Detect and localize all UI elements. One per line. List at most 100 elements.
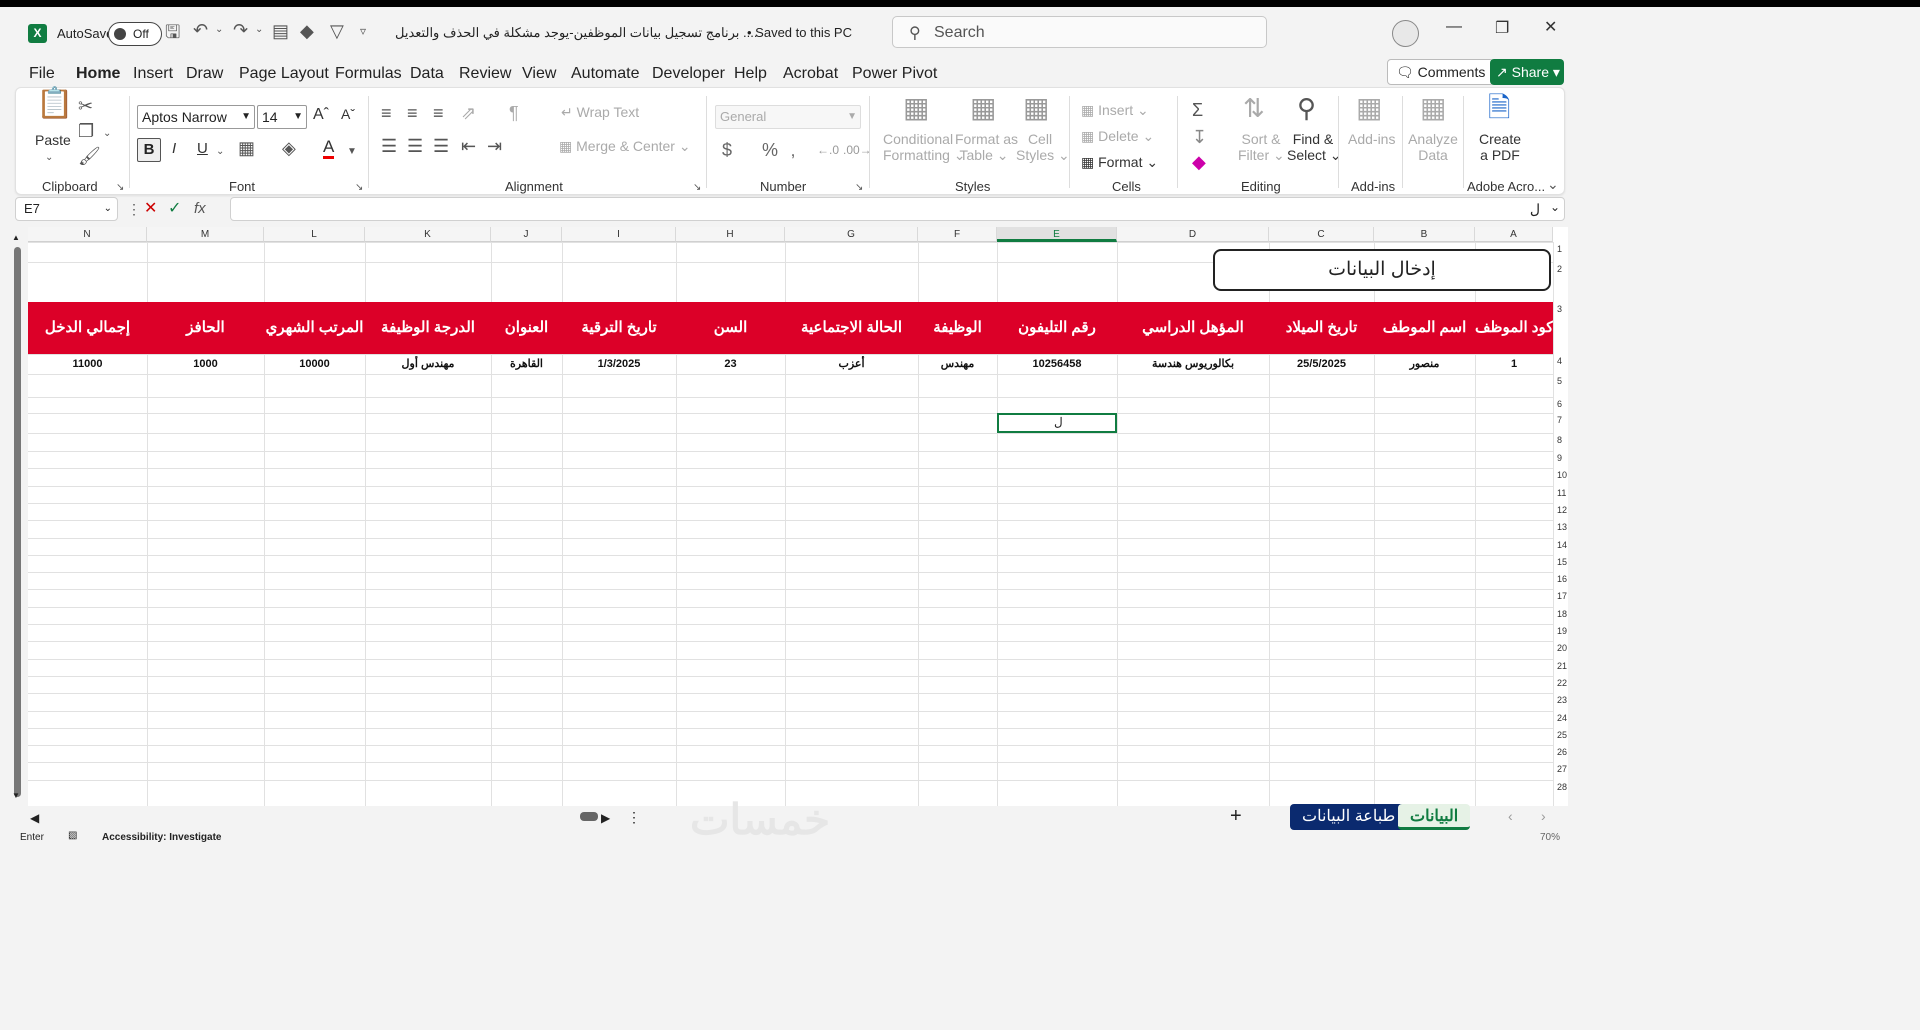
row-header-26[interactable]: 26 [1553, 747, 1571, 757]
name-box[interactable]: E7 ⌄ [15, 197, 118, 221]
table-cell[interactable]: بكالوريوس هندسة [1117, 356, 1269, 373]
undo-dropdown-icon[interactable]: ⌄ [215, 20, 223, 40]
row-header-24[interactable]: 24 [1553, 713, 1571, 723]
insert-cells-button[interactable]: ▦ Insert ⌄ [1081, 102, 1149, 119]
header-cell[interactable]: الحافز [147, 302, 264, 354]
filter-icon[interactable]: ▽ [330, 21, 344, 41]
table-cell[interactable]: 10000 [264, 356, 365, 373]
font-color-icon[interactable]: A [323, 138, 335, 159]
tab-insert[interactable]: Insert [133, 65, 173, 83]
italic-button[interactable]: I [172, 140, 176, 157]
minimize-icon[interactable]: — [1446, 18, 1462, 36]
tab-file[interactable]: File [29, 65, 55, 83]
confirm-entry-icon[interactable]: ✓ [168, 199, 181, 219]
row-header-5[interactable]: 5 [1553, 376, 1571, 386]
align-middle-icon[interactable]: ≡ [407, 103, 418, 123]
vertical-scrollbar[interactable]: ▲ ▼ [10, 227, 28, 806]
font-size-select[interactable]: 14 ▼ [257, 105, 307, 129]
font-launcher-icon[interactable]: ↘ [355, 178, 363, 198]
number-format-select[interactable]: General ▼ [715, 105, 861, 129]
tab-review[interactable]: Review [459, 65, 511, 83]
search-input[interactable]: Search [934, 24, 985, 42]
header-cell[interactable]: تاريخ الميلاد [1269, 302, 1374, 354]
share-button[interactable]: ↗ Share ▾ [1490, 59, 1564, 85]
table-cell[interactable]: 1/3/2025 [562, 356, 676, 373]
close-icon[interactable]: ✕ [1544, 17, 1557, 37]
font-name-select[interactable]: Aptos Narrow ▼ [137, 105, 255, 129]
header-cell[interactable]: إجمالي الدخل [28, 302, 147, 354]
header-cell[interactable]: الدرجة الوظيفة [365, 302, 491, 354]
conditional-formatting-button[interactable]: Conditional Formatting ⌄ [883, 131, 966, 164]
tab-power-pivot[interactable]: Power Pivot [852, 65, 937, 83]
tab-formulas[interactable]: Formulas [335, 65, 402, 83]
redo-dropdown-icon[interactable]: ⌄ [255, 20, 263, 40]
row-header-20[interactable]: 20 [1553, 643, 1571, 653]
table-cell[interactable]: القاهرة [491, 356, 562, 373]
row-header-10[interactable]: 10 [1553, 470, 1571, 480]
align-top-icon[interactable]: ≡ [381, 103, 392, 123]
worksheet-grid[interactable]: ▲ ▼ NMLKJIHGFEDCBA 1 2 3 4 5 6 7 8 9 10 11 12 13 14 15… [10, 227, 1568, 806]
paste-button[interactable]: Paste [35, 132, 71, 148]
collapse-ribbon-icon[interactable]: ⌄ [1547, 174, 1559, 194]
decrease-font-icon[interactable]: Aˇ [341, 106, 355, 122]
row-header-28[interactable]: 28 [1553, 782, 1571, 792]
table-cell[interactable]: 10256458 [997, 356, 1117, 373]
row-header-22[interactable]: 22 [1553, 678, 1571, 688]
cut-icon[interactable]: ✂ [78, 96, 93, 116]
next-sheet-icon[interactable]: › [1541, 808, 1546, 824]
clipboard-launcher-icon[interactable]: ↘ [116, 178, 124, 198]
row-header-16[interactable]: 16 [1553, 574, 1571, 584]
cell-styles-button[interactable]: Cell Styles ⌄ [1016, 131, 1070, 164]
row-header-8[interactable]: 8 [1553, 435, 1571, 445]
header-cell[interactable]: اسم الموطف [1374, 302, 1475, 354]
prev-sheet-icon[interactable]: ‹ [1508, 808, 1513, 824]
format-as-table-button[interactable]: Format as Table ⌄ [955, 131, 1018, 164]
column-header-h[interactable]: H [676, 227, 785, 242]
row-header-17[interactable]: 17 [1553, 591, 1571, 601]
rtl-icon[interactable]: ¶ [509, 103, 519, 123]
column-header-g[interactable]: G [785, 227, 918, 242]
column-header-n[interactable]: N [28, 227, 147, 242]
table-cell[interactable]: مهندس [918, 356, 997, 373]
header-cell[interactable]: كود الموظف [1475, 302, 1553, 354]
row-header-21[interactable]: 21 [1553, 661, 1571, 671]
header-cell[interactable]: المرتب الشهري [264, 302, 365, 354]
orientation-icon[interactable]: ⇗ [461, 103, 476, 123]
analyze-data-icon[interactable]: ▦ [1420, 94, 1446, 122]
paste-dropdown-icon[interactable]: ⌄ [45, 148, 53, 168]
header-cell[interactable]: الحالة الاجتماعية [785, 302, 918, 354]
column-header-f[interactable]: F [918, 227, 997, 242]
row-header-15[interactable]: 15 [1553, 557, 1571, 567]
header-cell[interactable]: الوظيفة [918, 302, 997, 354]
formula-content[interactable]: ل [1530, 201, 1540, 218]
row-header-6[interactable]: 6 [1553, 399, 1571, 409]
align-center-icon[interactable]: ☰ [407, 136, 423, 156]
column-header-c[interactable]: C [1269, 227, 1374, 242]
find-select-icon[interactable]: ⚲ [1297, 95, 1316, 121]
table-cell[interactable]: 11000 [28, 356, 147, 373]
underline-button[interactable]: U [197, 140, 208, 157]
row-header-1[interactable]: 1 [1553, 244, 1571, 254]
column-header-a[interactable]: A [1475, 227, 1553, 242]
zoom-level[interactable]: 70% [1540, 832, 1560, 843]
eraser-icon[interactable]: ◆ [300, 21, 314, 41]
column-header-k[interactable]: K [365, 227, 491, 242]
sort-filter-icon[interactable]: ⇅ [1243, 95, 1265, 121]
table-cell[interactable]: أعزب [785, 356, 918, 373]
create-pdf-icon[interactable]: 🗎 [1488, 94, 1511, 122]
header-cell[interactable]: تاريخ الترقية [562, 302, 676, 354]
accessibility-status[interactable]: Accessibility: Investigate [102, 832, 222, 843]
save-icon[interactable]: 🖫 [165, 22, 180, 42]
row-header-11[interactable]: 11 [1553, 488, 1571, 498]
column-header-d[interactable]: D [1117, 227, 1269, 242]
conditional-formatting-icon[interactable]: ▦ [903, 94, 929, 122]
scroll-right-icon[interactable]: ▶ [601, 811, 610, 825]
column-header-m[interactable]: M [147, 227, 264, 242]
decrease-indent-icon[interactable]: ⇤ [461, 136, 476, 156]
tab-home[interactable]: Home [76, 65, 120, 83]
row-header-13[interactable]: 13 [1553, 522, 1571, 532]
increase-font-icon[interactable]: Aˆ [313, 106, 329, 124]
row-header-14[interactable]: 14 [1553, 540, 1571, 550]
format-painter-icon[interactable]: 🖌 [78, 146, 101, 166]
tab-page-layout[interactable]: Page Layout [239, 65, 329, 83]
